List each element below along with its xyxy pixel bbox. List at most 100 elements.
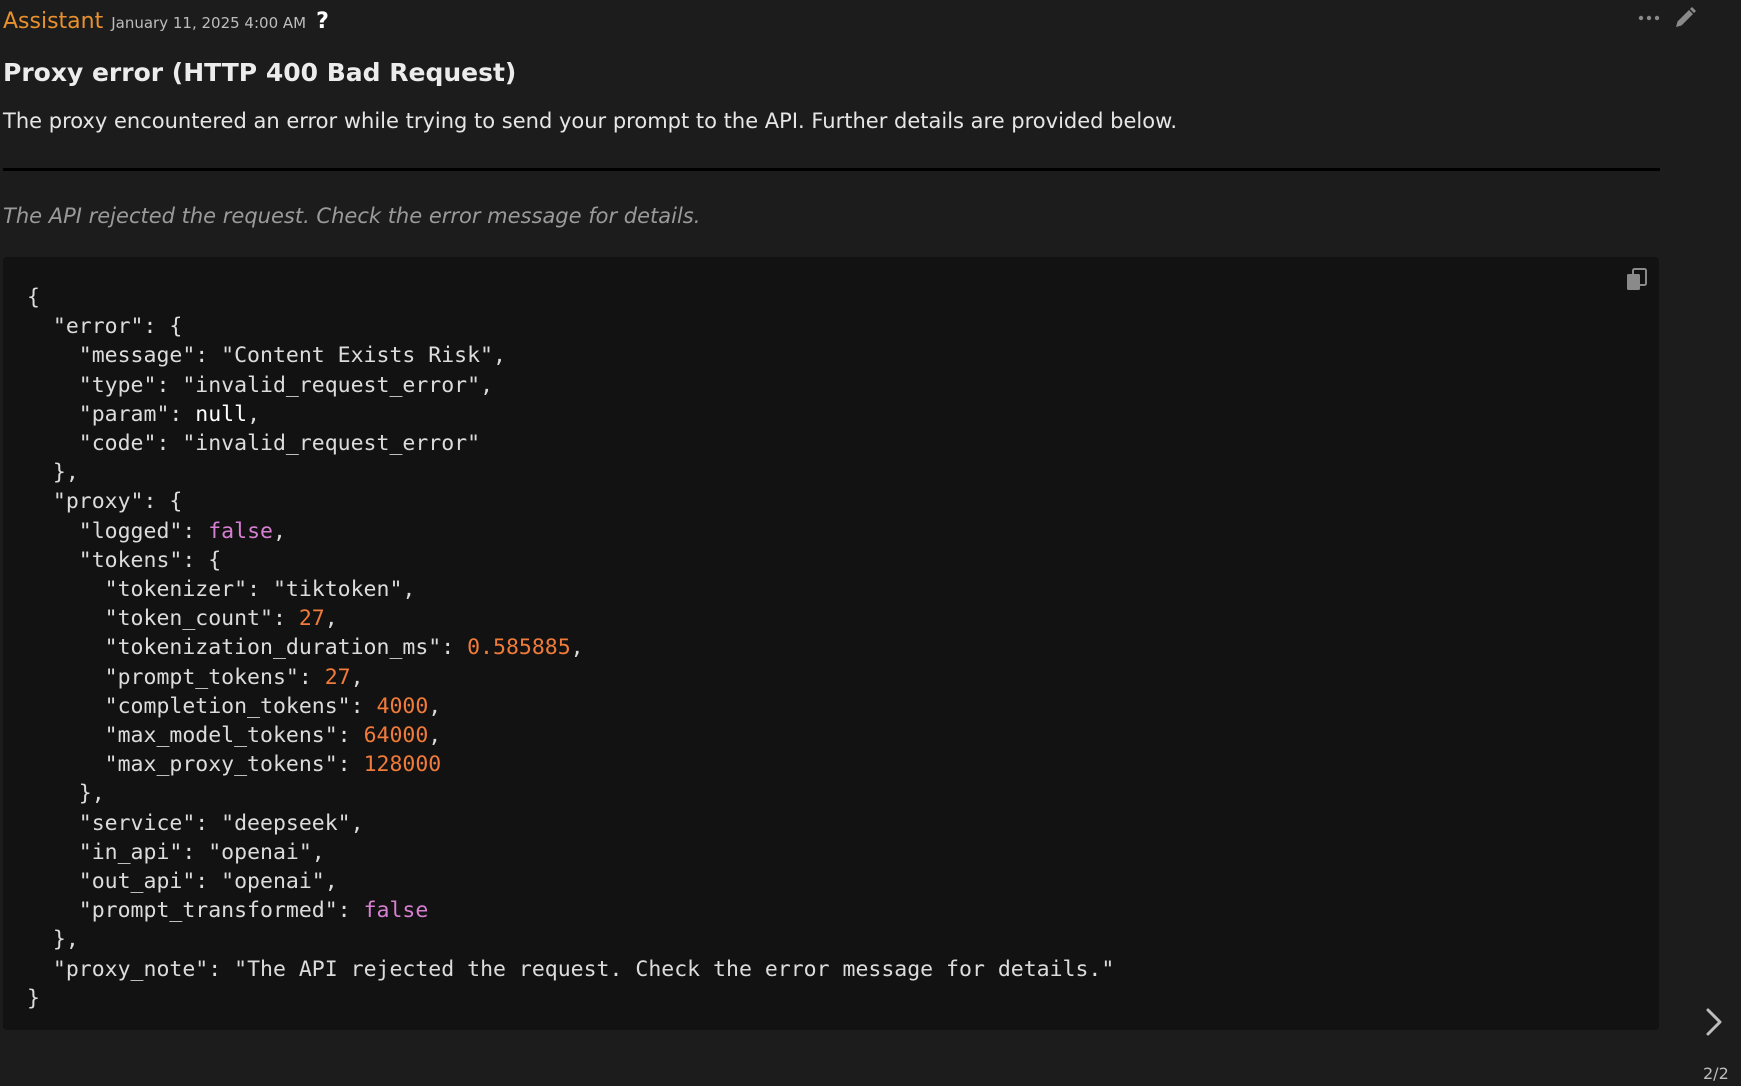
code-line: { <box>27 285 40 310</box>
code-line: "param": null, <box>27 402 260 427</box>
code-number: 27 <box>324 664 351 690</box>
code-punct <box>27 752 105 777</box>
code-punct: : <box>350 693 377 719</box>
code-key: "completion_tokens" <box>104 693 351 719</box>
code-punct: : <box>441 635 468 661</box>
code-line: }, <box>27 460 79 485</box>
code-string: "tiktoken" <box>272 577 403 603</box>
code-string: "The API rejected the request. Check the… <box>234 956 1115 982</box>
code-punct: , <box>350 664 364 690</box>
code-punct <box>27 519 79 544</box>
code-line: } <box>27 986 40 1011</box>
code-punct: , <box>247 401 261 427</box>
code-punct <box>27 606 105 631</box>
code-string: "openai" <box>208 839 312 865</box>
code-punct: : <box>208 956 235 982</box>
code-line: "proxy": { <box>27 489 182 514</box>
code-punct: , <box>570 635 584 661</box>
code-key: "in_api" <box>78 839 183 865</box>
code-line: "max_model_tokens": 64000, <box>27 723 442 749</box>
code-key: "max_proxy_tokens" <box>104 752 338 778</box>
code-punct: : <box>337 723 364 749</box>
code-line: "prompt_transformed": false <box>27 898 429 924</box>
code-punct: , <box>324 869 338 895</box>
horizontal-divider <box>3 168 1660 171</box>
author-name[interactable]: Assistant <box>3 9 103 34</box>
code-string: "openai" <box>221 869 325 895</box>
code-key: "proxy_note" <box>52 956 209 982</box>
code-punct <box>27 840 79 865</box>
more-horizontal-icon[interactable] <box>1636 6 1662 30</box>
code-key: "error" <box>52 314 144 340</box>
proxy-note: The API rejected the request. Check the … <box>3 204 701 228</box>
code-punct: : { <box>182 547 222 573</box>
message-page-count: 2/2 <box>1703 1064 1729 1083</box>
code-line: }, <box>27 781 105 806</box>
code-punct: : <box>182 518 209 544</box>
code-punct: : <box>156 431 183 457</box>
code-line: "tokens": { <box>27 548 221 573</box>
code-punct: }, <box>27 927 79 953</box>
code-punct: : <box>156 372 183 398</box>
code-punct <box>27 343 79 368</box>
code-key: "out_api" <box>78 869 196 895</box>
code-string: "invalid_request_error" <box>182 431 481 457</box>
code-punct <box>27 489 53 514</box>
code-punct: , <box>428 723 442 749</box>
code-key: "token_count" <box>104 606 273 632</box>
code-boolean: false <box>363 898 429 924</box>
code-punct: : <box>272 606 299 632</box>
code-punct <box>27 635 105 660</box>
code-punct <box>27 402 79 427</box>
code-punct: : { <box>143 489 183 515</box>
code-line: "type": "invalid_request_error", <box>27 373 493 398</box>
code-punct: : { <box>143 314 183 340</box>
error-title: Proxy error (HTTP 400 Bad Request) <box>3 58 517 87</box>
code-key: "service" <box>78 810 196 836</box>
message-timestamp: January 11, 2025 4:00 AM <box>111 14 307 32</box>
code-number: 4000 <box>376 693 429 719</box>
code-punct: : <box>169 401 196 427</box>
code-punct <box>27 723 105 748</box>
code-punct <box>27 869 79 894</box>
help-icon[interactable]: ? <box>316 9 329 34</box>
code-punct: : <box>337 898 364 924</box>
code-key: "tokenization_duration_ms" <box>104 635 442 661</box>
copy-icon[interactable] <box>1625 267 1649 293</box>
code-punct: , <box>480 372 494 398</box>
code-line: "code": "invalid_request_error" <box>27 431 480 456</box>
code-line: "completion_tokens": 4000, <box>27 693 442 719</box>
code-punct <box>27 577 105 602</box>
code-key: "prompt_transformed" <box>78 898 338 924</box>
code-punct: : <box>195 810 222 836</box>
code-punct: : <box>298 664 325 690</box>
code-punct: , <box>350 810 364 836</box>
code-line: "tokenizer": "tiktoken", <box>27 577 416 603</box>
pencil-icon[interactable] <box>1672 6 1698 30</box>
json-code: { "error": { "message": "Content Exists … <box>27 283 1114 1013</box>
code-key: "param" <box>78 401 170 427</box>
code-string: "invalid_request_error" <box>182 372 481 398</box>
code-number: 27 <box>298 606 325 632</box>
code-punct: : <box>195 869 222 895</box>
code-line: "in_api": "openai", <box>27 840 325 865</box>
code-key: "code" <box>78 431 157 457</box>
code-line: "service": "deepseek", <box>27 811 364 836</box>
code-punct <box>27 314 53 339</box>
code-key: "prompt_tokens" <box>104 664 299 690</box>
code-key: "tokenizer" <box>104 577 248 603</box>
chevron-right-icon[interactable] <box>1700 1006 1728 1038</box>
code-string: "Content Exists Risk" <box>221 343 493 369</box>
code-key: "type" <box>78 372 157 398</box>
code-punct <box>27 665 105 690</box>
code-line: "token_count": 27, <box>27 606 338 631</box>
code-line: "prompt_tokens": 27, <box>27 665 364 690</box>
code-punct: }, <box>27 460 79 486</box>
code-punct <box>27 431 79 456</box>
code-key: "logged" <box>78 518 183 544</box>
code-punct <box>27 694 105 719</box>
message-actions <box>1636 6 1698 30</box>
code-punct <box>27 811 79 836</box>
code-punct: , <box>428 693 442 719</box>
code-punct: : <box>247 577 273 603</box>
